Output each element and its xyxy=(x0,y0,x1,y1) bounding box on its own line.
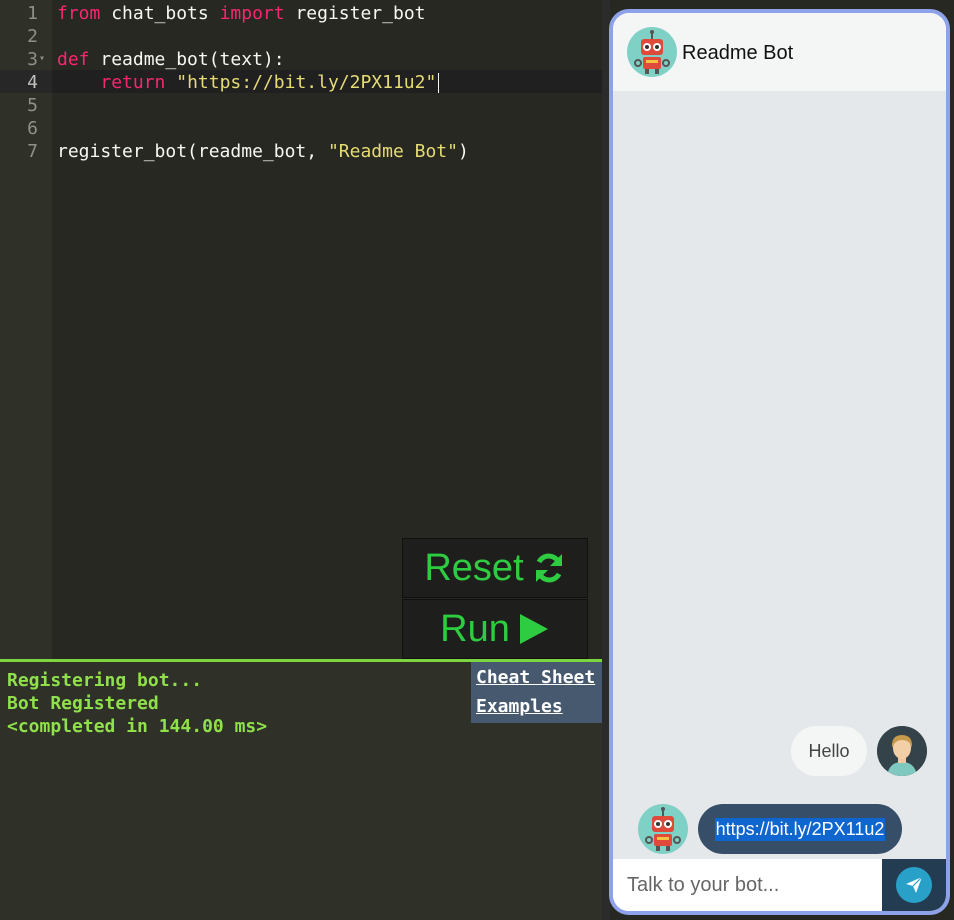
code-line[interactable]: from chat_bots import register_bot xyxy=(57,2,426,25)
line-number: 7 xyxy=(27,141,38,162)
send-icon xyxy=(896,867,932,903)
chat-panel: Readme Bot Hello https://bit.ly/2PX11u2 xyxy=(609,9,950,915)
help-links-panel: Cheat Sheet Examples xyxy=(471,662,602,723)
examples-link[interactable]: Examples xyxy=(476,696,563,717)
robot-icon xyxy=(645,807,681,851)
code-string: "Readme Bot" xyxy=(327,141,458,162)
run-label: Run xyxy=(440,607,510,650)
play-icon xyxy=(519,614,548,644)
chat-input-bar xyxy=(613,859,946,911)
code-line[interactable]: def readme_bot(text): xyxy=(57,48,285,71)
code-string: "https://bit.ly/2PX11u2" xyxy=(176,72,437,93)
code-token: register_bot xyxy=(284,3,426,24)
reset-label: Reset xyxy=(424,546,524,589)
code-keyword: return xyxy=(100,72,166,93)
console-line: <completed in 144.00 ms> xyxy=(7,716,268,737)
code-line[interactable]: return "https://bit.ly/2PX11u2" xyxy=(57,71,440,94)
user-message: Hello xyxy=(791,726,867,776)
chat-input[interactable] xyxy=(613,859,882,911)
code-token: readme_bot(text): xyxy=(89,49,285,70)
robot-icon xyxy=(634,30,670,74)
bot-message-link[interactable]: https://bit.ly/2PX11u2 xyxy=(714,817,886,841)
line-number: 4 xyxy=(27,72,38,93)
code-token: ) xyxy=(457,141,469,162)
bot-avatar xyxy=(627,27,677,77)
chat-title: Readme Bot xyxy=(682,42,794,64)
bot-message: https://bit.ly/2PX11u2 xyxy=(698,804,902,854)
line-number: 1 xyxy=(27,3,38,24)
line-number: 6 xyxy=(27,118,38,139)
console-line: Registering bot... xyxy=(7,670,203,691)
user-message-text: Hello xyxy=(808,740,850,761)
user-avatar xyxy=(877,726,927,776)
refresh-icon xyxy=(535,553,562,583)
chat-header: Readme Bot xyxy=(613,13,946,91)
user-avatar-icon xyxy=(877,726,927,776)
code-keyword: def xyxy=(57,49,90,70)
code-line[interactable]: register_bot(readme_bot, "Readme Bot") xyxy=(57,140,469,163)
bot-message-avatar xyxy=(638,804,688,854)
line-number: 2 xyxy=(27,26,38,47)
fold-arrow-icon[interactable]: ▾ xyxy=(39,53,45,64)
console-line: Bot Registered xyxy=(7,693,159,714)
text-cursor xyxy=(438,73,440,93)
run-button[interactable]: Run xyxy=(402,599,588,659)
code-keyword: from xyxy=(57,3,101,24)
reset-button[interactable]: Reset xyxy=(402,538,588,598)
cheat-sheet-link[interactable]: Cheat Sheet xyxy=(476,667,595,688)
code-token: chat_bots xyxy=(100,3,220,24)
code-keyword: import xyxy=(219,3,285,24)
line-number: 3 xyxy=(27,49,38,70)
send-button[interactable] xyxy=(882,859,946,911)
code-token: register_bot(readme_bot, xyxy=(57,141,328,162)
line-number: 5 xyxy=(27,95,38,116)
